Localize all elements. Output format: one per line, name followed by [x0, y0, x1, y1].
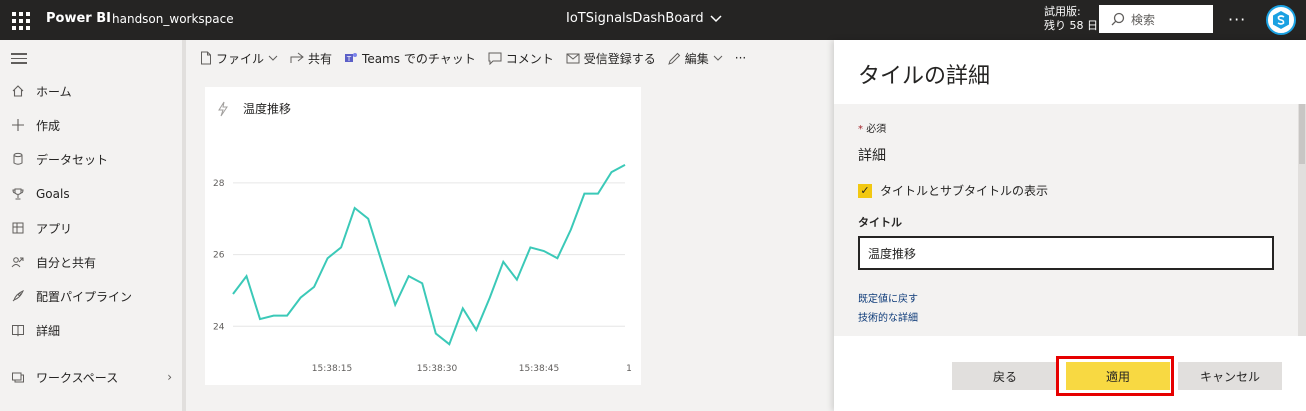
cancel-button[interactable]: キャンセル: [1178, 362, 1282, 390]
nav-item-create[interactable]: 作成: [0, 108, 182, 142]
search-placeholder: 検索: [1131, 12, 1156, 27]
dashboard-tile[interactable]: 温度推移 24 26 28 15:38:15 15:38:30 15:38:45 1: [205, 87, 641, 385]
nav-item-learn[interactable]: 詳細: [0, 313, 182, 347]
teams-label: Teams でのチャット: [362, 51, 476, 66]
x-tick-label: 15:38:15: [312, 364, 352, 374]
nav-label: 作成: [36, 118, 61, 133]
restore-default-link[interactable]: 既定値に戻す: [858, 290, 918, 305]
edit-menu-button[interactable]: 編集: [667, 50, 723, 67]
search-icon: [1111, 12, 1125, 26]
more-commands-icon[interactable]: ···: [735, 51, 746, 65]
nav-item-workspaces[interactable]: ワークスペース ›: [0, 360, 182, 394]
nav-item-datasets[interactable]: データセット: [0, 142, 182, 176]
trophy-icon: [12, 188, 24, 200]
avatar[interactable]: [1266, 5, 1296, 35]
panel-header: タイルの詳細: [834, 40, 1306, 104]
share-button[interactable]: 共有: [290, 50, 332, 67]
panel-scrollbar[interactable]: [1298, 104, 1306, 336]
command-bar: ファイル 共有 T Teams でのチャット コメント 受信登録する 編集 ··…: [186, 40, 834, 76]
chevron-down-icon: [268, 55, 278, 61]
file-label: ファイル: [216, 51, 265, 66]
x-tick-label: 1: [626, 364, 632, 374]
y-tick-label: 26: [213, 251, 225, 261]
report-title: IoTSignalsDashBoard: [566, 11, 704, 26]
line-chart: 24 26 28 15:38:15 15:38:30 15:38:45 1: [213, 164, 632, 374]
left-navigation: ホーム 作成 データセット Goals アプリ 自分と共有 配置パイプライン 詳…: [0, 40, 186, 411]
apps-icon: [12, 222, 24, 234]
nav-item-shared[interactable]: 自分と共有: [0, 245, 182, 279]
nav-label: アプリ: [36, 221, 73, 236]
panel-title: タイルの詳細: [858, 64, 991, 89]
required-note: * 必須: [858, 120, 886, 135]
brand-label[interactable]: Power BI: [46, 11, 111, 26]
nav-label: ホーム: [36, 84, 72, 99]
share-label: 共有: [308, 51, 333, 66]
trial-days: 残り 58 日: [1044, 19, 1098, 32]
workspace-name[interactable]: handson_workspace: [112, 12, 234, 26]
user-logo-icon: [1273, 11, 1289, 29]
nav-label: Goals: [36, 187, 70, 201]
home-icon: [12, 85, 24, 97]
nav-item-apps[interactable]: アプリ: [0, 211, 182, 245]
x-tick-label: 15:38:45: [519, 364, 559, 374]
pencil-icon: [667, 52, 680, 65]
comment-icon: [488, 52, 502, 65]
nav-label: 詳細: [36, 323, 61, 338]
plus-icon: [12, 119, 24, 131]
nav-label: ワークスペース: [36, 370, 119, 385]
required-star: *: [858, 124, 863, 135]
panel-footer: 戻る 適用 キャンセル: [834, 336, 1306, 411]
chevron-down-icon: [710, 14, 722, 22]
nav-label: 自分と共有: [36, 255, 97, 270]
nav-item-home[interactable]: ホーム: [0, 74, 182, 108]
title-field-label: タイトル: [858, 216, 902, 229]
trial-status[interactable]: 試用版: 残り 58 日: [1044, 5, 1098, 33]
rocket-icon: [12, 290, 24, 302]
workspace-icon: [12, 372, 24, 383]
checkbox-checked-icon[interactable]: ✓: [858, 183, 872, 198]
database-icon: [13, 152, 23, 165]
title-input[interactable]: [858, 236, 1274, 270]
subscribe-button[interactable]: 受信登録する: [566, 50, 656, 67]
subscribe-label: 受信登録する: [583, 51, 656, 66]
edit-label: 編集: [684, 51, 709, 66]
mail-icon: [566, 53, 580, 63]
file-icon: [201, 51, 211, 65]
apply-button[interactable]: 適用: [1066, 362, 1170, 390]
more-options-icon[interactable]: ···: [1228, 10, 1246, 29]
comment-label: コメント: [505, 51, 554, 66]
share-icon: [290, 52, 304, 63]
y-tick-label: 24: [213, 322, 225, 332]
x-tick-label: 15:38:30: [417, 364, 458, 374]
section-heading: 詳細: [858, 148, 886, 164]
back-button[interactable]: 戻る: [952, 362, 1058, 390]
tile-details-panel: タイルの詳細 * 必須 詳細 ✓ タイトルとサブタイトルの表示 タイトル 既定値…: [834, 40, 1306, 411]
teams-chat-button[interactable]: T Teams でのチャット: [344, 50, 476, 67]
scroll-thumb[interactable]: [1299, 104, 1305, 164]
svg-text:T: T: [346, 55, 352, 63]
trial-label: 試用版:: [1044, 5, 1081, 18]
report-title-dropdown[interactable]: IoTSignalsDashBoard: [566, 11, 722, 26]
nav-item-pipelines[interactable]: 配置パイプライン: [0, 279, 182, 313]
nav-label: 配置パイプライン: [36, 289, 133, 304]
file-menu-button[interactable]: ファイル: [200, 50, 278, 67]
nav-item-goals[interactable]: Goals: [0, 177, 182, 211]
comment-button[interactable]: コメント: [488, 50, 554, 67]
top-bar: Power BI handson_workspace IoTSignalsDas…: [0, 0, 1306, 40]
shared-icon: [11, 257, 24, 268]
search-box[interactable]: 検索: [1099, 5, 1213, 33]
app-launcher-icon[interactable]: [10, 10, 30, 30]
chevron-right-icon: ›: [167, 370, 172, 384]
show-title-checkbox[interactable]: ✓ タイトルとサブタイトルの表示: [858, 182, 1048, 199]
chevron-down-icon: [713, 55, 723, 61]
book-icon: [12, 325, 24, 337]
technical-details-link[interactable]: 技術的な詳細: [858, 309, 918, 324]
nav-label: データセット: [36, 152, 109, 167]
y-tick-label: 28: [213, 179, 225, 189]
required-label: 必須: [866, 124, 887, 135]
hamburger-menu-icon[interactable]: [11, 53, 27, 67]
checkbox-label: タイトルとサブタイトルの表示: [880, 184, 1049, 198]
teams-icon: T: [345, 53, 358, 63]
panel-body: * 必須 詳細 ✓ タイトルとサブタイトルの表示 タイトル 既定値に戻す 技術的…: [834, 104, 1298, 336]
